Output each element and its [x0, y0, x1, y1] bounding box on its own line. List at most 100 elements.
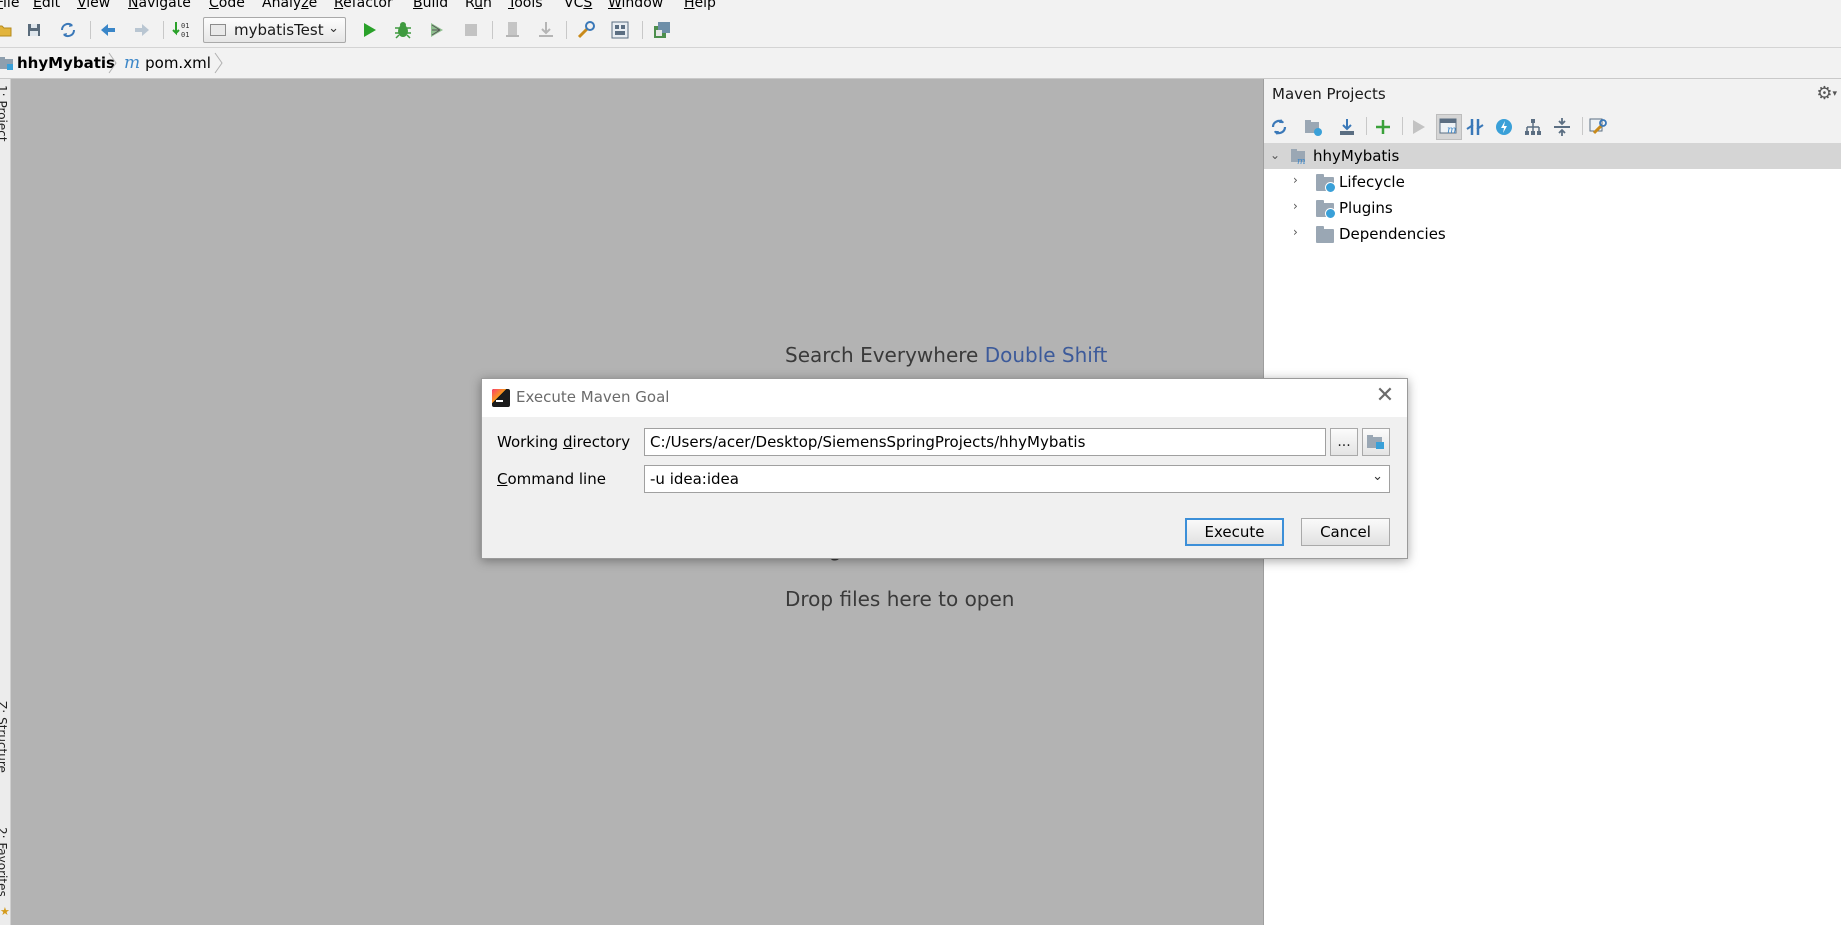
structure-tool-tab[interactable]: Z: Structure [0, 701, 9, 773]
back-arrow-icon[interactable] [98, 20, 118, 40]
menu-tools[interactable]: Tools [508, 0, 543, 11]
debug-icon[interactable] [393, 20, 413, 40]
run-with-coverage-icon[interactable] [427, 20, 447, 40]
main-toolbar: 01 01 mybatisTest ⌄ [0, 13, 1841, 48]
breadcrumb-file[interactable]: m pom.xml [124, 48, 211, 78]
save-icon[interactable] [24, 20, 44, 40]
settings-wrench-icon[interactable] [576, 20, 596, 40]
open-folder-icon[interactable] [0, 20, 14, 40]
cancel-button[interactable]: Cancel [1301, 518, 1390, 546]
maven-module-icon: m [1291, 149, 1306, 165]
maven-panel-header: Maven Projects ⚙▾ [1264, 79, 1841, 109]
run-config-label: mybatisTest [234, 21, 324, 39]
navigation-bar: hhyMybatis m pom.xml [0, 48, 1841, 79]
gear-icon[interactable]: ⚙▾ [1816, 83, 1837, 104]
menu-run[interactable]: Run [465, 0, 492, 11]
menu-vcs[interactable]: VCS [564, 0, 592, 11]
execute-button[interactable]: Execute [1185, 518, 1284, 546]
star-icon: ★ [0, 905, 10, 918]
drop-files-hint: Drop files here to open [785, 587, 1015, 611]
project-structure-icon[interactable] [610, 20, 630, 40]
generate-sources-icon[interactable] [1302, 116, 1324, 138]
intellij-app-icon [492, 389, 510, 407]
menu-edit[interactable]: Edit [33, 0, 60, 11]
maven-settings-icon[interactable] [1587, 116, 1609, 138]
vcs-update-icon[interactable] [503, 20, 523, 40]
svg-text:01: 01 [181, 22, 189, 30]
maven-toolbar: m [1264, 109, 1841, 144]
lifecycle-label: Lifecycle [1339, 173, 1405, 191]
show-dependencies-icon[interactable] [1522, 116, 1544, 138]
chevron-down-icon[interactable]: ⌄ [1270, 148, 1280, 162]
menu-analyze[interactable]: Analyze [262, 0, 317, 11]
svg-text:01: 01 [181, 31, 189, 39]
breadcrumb-project-label: hhyMybatis [17, 54, 115, 72]
build-project-icon[interactable]: 01 01 [172, 20, 192, 40]
select-module-button[interactable] [1362, 428, 1390, 456]
menu-help[interactable]: Help [684, 0, 716, 11]
collapse-all-icon[interactable] [1551, 116, 1573, 138]
module-folder-icon [1367, 435, 1384, 449]
dialog-titlebar: Execute Maven Goal ✕ [482, 379, 1407, 417]
menu-code[interactable]: Code [209, 0, 245, 11]
forward-arrow-icon[interactable] [132, 20, 152, 40]
close-icon[interactable]: ✕ [1373, 384, 1397, 408]
breadcrumb-separator-icon [108, 52, 117, 74]
search-everywhere-shortcut: Double Shift [984, 343, 1108, 367]
menu-view[interactable]: View [77, 0, 110, 11]
dialog-title: Execute Maven Goal [516, 388, 670, 406]
breadcrumb-project[interactable]: hhyMybatis [0, 48, 115, 78]
sdk-manager-icon[interactable] [652, 20, 672, 40]
favorites-tool-tab[interactable]: 2: Favorites [0, 827, 9, 897]
lifecycle-folder-icon [1316, 174, 1336, 193]
chevron-right-icon[interactable]: › [1293, 199, 1298, 213]
search-everywhere-hint: Search Everywhere Double Shift [785, 343, 1108, 367]
download-sources-icon[interactable] [1336, 116, 1358, 138]
run-icon[interactable] [359, 20, 379, 40]
working-directory-label: Working directory [497, 433, 631, 451]
chevron-down-icon: ⌄ [328, 21, 339, 36]
add-maven-project-icon[interactable] [1372, 116, 1394, 138]
menu-bar: File Edit View Navigate Code Analyze Ref… [0, 0, 1841, 13]
menu-window[interactable]: Window [608, 0, 663, 11]
run-configuration-dropdown[interactable]: mybatisTest ⌄ [203, 17, 346, 43]
svg-text:m: m [1297, 157, 1306, 165]
menu-refactor[interactable]: Refactor [334, 0, 393, 11]
toggle-offline-mode-icon[interactable] [1464, 116, 1486, 138]
command-line-value: -u idea:idea [650, 470, 739, 488]
menu-file[interactable]: File [0, 0, 19, 11]
maven-root-label: hhyMybatis [1313, 147, 1400, 165]
plugins-label: Plugins [1339, 199, 1393, 217]
run-maven-build-icon[interactable] [1407, 116, 1429, 138]
stop-icon[interactable] [461, 20, 481, 40]
vcs-commit-icon[interactable] [536, 20, 556, 40]
toggle-skip-tests-icon[interactable] [1493, 116, 1515, 138]
working-directory-input[interactable]: C:/Users/acer/Desktop/SiemensSpringProje… [644, 428, 1326, 456]
menu-navigate[interactable]: Navigate [128, 0, 191, 11]
svg-text:m: m [1447, 125, 1456, 136]
chevron-right-icon[interactable]: › [1293, 225, 1298, 239]
plugins-folder-icon [1316, 200, 1336, 219]
menu-build[interactable]: Build [413, 0, 448, 11]
browse-button[interactable]: ... [1330, 428, 1358, 456]
breadcrumb-file-label: pom.xml [145, 54, 211, 72]
left-tool-window-strip: 1: Project Z: Structure 2: Favorites ★ [0, 79, 11, 925]
command-line-combobox[interactable]: -u idea:idea ⌄ [644, 465, 1390, 493]
run-config-icon [210, 24, 226, 36]
synchronize-icon[interactable] [58, 20, 78, 40]
dependencies-label: Dependencies [1339, 225, 1446, 243]
maven-tree-root[interactable]: ⌄ m hhyMybatis [1264, 143, 1841, 169]
dependencies-folder-icon [1316, 226, 1334, 243]
breadcrumb-separator-icon [214, 52, 223, 74]
maven-m-icon: m [124, 53, 141, 73]
execute-maven-goal-icon[interactable]: m [1436, 114, 1462, 140]
maven-tree-lifecycle[interactable]: › Lifecycle [1264, 169, 1841, 195]
maven-tree-plugins[interactable]: › Plugins [1264, 195, 1841, 221]
working-directory-value: C:/Users/acer/Desktop/SiemensSpringProje… [650, 433, 1086, 451]
reimport-icon[interactable] [1268, 116, 1290, 138]
project-tool-tab[interactable]: 1: Project [0, 85, 9, 142]
maven-tree-dependencies[interactable]: › Dependencies [1264, 221, 1841, 247]
chevron-down-icon[interactable]: ⌄ [1372, 469, 1383, 484]
maven-panel-title: Maven Projects [1272, 85, 1386, 103]
chevron-right-icon[interactable]: › [1293, 173, 1298, 187]
